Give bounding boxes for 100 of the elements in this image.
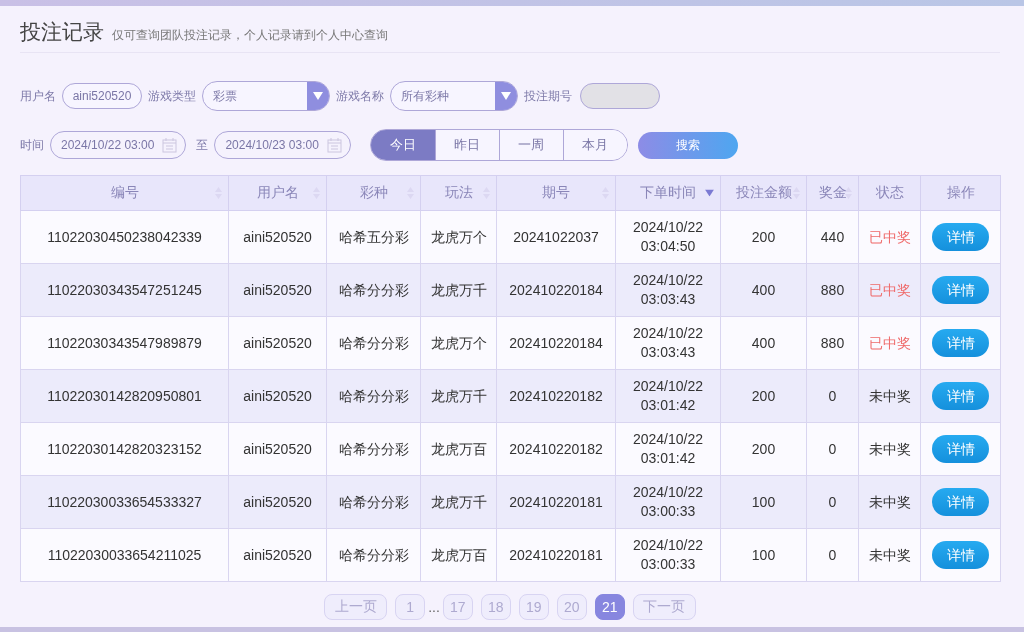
status-cell: 未中奖 <box>858 369 921 423</box>
column-header[interactable]: 期号 <box>496 175 616 211</box>
details-button[interactable]: 详情 <box>932 329 989 357</box>
column-header[interactable]: 下单时间 <box>615 175 721 211</box>
table-cell: 2024/10/22 03:00:33 <box>615 528 721 582</box>
table-cell: 202410220184 <box>496 263 616 317</box>
table-cell: 2024/10/22 03:03:43 <box>615 316 721 370</box>
table-cell: aini520520 <box>228 422 327 476</box>
column-header[interactable]: 用户名 <box>228 175 327 211</box>
table-cell: 2024/10/22 03:03:43 <box>615 263 721 317</box>
page-note: 仅可查询团队投注记录，个人记录请到个人中心查询 <box>112 27 388 44</box>
details-button[interactable]: 详情 <box>932 435 989 463</box>
username-field[interactable]: aini520520 <box>62 83 142 109</box>
table-cell: 哈希分分彩 <box>326 369 421 423</box>
table-cell: 200 <box>720 210 807 264</box>
to-label: 至 <box>196 136 209 154</box>
column-header[interactable]: 奖金 <box>806 175 859 211</box>
game-type-select[interactable]: 彩票 <box>202 81 330 111</box>
details-button[interactable]: 详情 <box>932 541 989 569</box>
column-header[interactable]: 玩法 <box>420 175 497 211</box>
page-button[interactable]: 19 <box>518 594 549 620</box>
table-cell: 龙虎万千 <box>420 369 497 423</box>
table-cell: 龙虎万千 <box>420 475 497 529</box>
table-cell: 11022030450238042339 <box>20 210 229 264</box>
table-cell: 2024/10/22 03:01:42 <box>615 369 721 423</box>
table-cell: 202410220184 <box>496 316 616 370</box>
table-cell: 880 <box>806 263 859 317</box>
table-cell: 0 <box>806 422 859 476</box>
period-tab[interactable]: 本月 <box>562 130 627 160</box>
details-button[interactable]: 详情 <box>932 223 989 251</box>
table-cell: 11022030033654533327 <box>20 475 229 529</box>
table-cell: 11022030033654211025 <box>20 528 229 582</box>
details-button[interactable]: 详情 <box>932 382 989 410</box>
caret-icon <box>313 92 323 100</box>
table-cell: 202410220182 <box>496 422 616 476</box>
game-name-label: 游戏名称 <box>336 87 384 105</box>
table-cell: 200 <box>720 369 807 423</box>
table-cell: 20241022037 <box>496 210 616 264</box>
caret-icon <box>501 92 511 100</box>
issue-field[interactable] <box>580 83 660 109</box>
table-cell: 100 <box>720 528 807 582</box>
column-header[interactable]: 投注金额 <box>720 175 807 211</box>
calendar-icon <box>162 137 178 153</box>
table-cell: 100 <box>720 475 807 529</box>
page-button[interactable]: 1 <box>395 594 426 620</box>
table-cell: 哈希分分彩 <box>326 316 421 370</box>
sort-desc-icon <box>705 189 714 197</box>
game-type-label: 游戏类型 <box>148 87 196 105</box>
details-button[interactable]: 详情 <box>932 276 989 304</box>
status-cell: 未中奖 <box>858 528 921 582</box>
column-header[interactable]: 编号 <box>20 175 229 211</box>
table-cell: 202410220182 <box>496 369 616 423</box>
table-cell: 11022030142820950801 <box>20 369 229 423</box>
table-cell: aini520520 <box>228 369 327 423</box>
table-cell: 0 <box>806 369 859 423</box>
page-button[interactable]: 18 <box>480 594 511 620</box>
table-cell: 哈希五分彩 <box>326 210 421 264</box>
search-button[interactable]: 搜索 <box>637 131 738 159</box>
table-cell: 880 <box>806 316 859 370</box>
page-button[interactable]: 20 <box>556 594 587 620</box>
username-label: 用户名 <box>20 87 56 105</box>
table-cell: 龙虎万百 <box>420 422 497 476</box>
table-cell: 2024/10/22 03:00:33 <box>615 475 721 529</box>
table-cell: 11022030142820323152 <box>20 422 229 476</box>
table-cell: 2024/10/22 03:04:50 <box>615 210 721 264</box>
table-cell: 龙虎万百 <box>420 528 497 582</box>
status-cell: 未中奖 <box>858 422 921 476</box>
status-cell: 已中奖 <box>858 316 921 370</box>
table-cell: 11022030343547251245 <box>20 263 229 317</box>
table-cell: 哈希分分彩 <box>326 422 421 476</box>
game-name-select[interactable]: 所有彩种 <box>390 81 518 111</box>
table-cell: 哈希分分彩 <box>326 528 421 582</box>
table-cell: 龙虎万个 <box>420 316 497 370</box>
details-button[interactable]: 详情 <box>932 488 989 516</box>
page-button[interactable]: 17 <box>442 594 473 620</box>
table-cell: 0 <box>806 528 859 582</box>
column-header[interactable]: 操作 <box>920 175 1001 211</box>
table-cell: 202410220181 <box>496 475 616 529</box>
status-cell: 未中奖 <box>858 475 921 529</box>
table-cell: 11022030343547989879 <box>20 316 229 370</box>
table-cell: aini520520 <box>228 263 327 317</box>
table-cell: 400 <box>720 263 807 317</box>
page-title: 投注记录 <box>20 19 104 45</box>
table-cell: 哈希分分彩 <box>326 263 421 317</box>
next-page-button[interactable]: 下一页 <box>632 594 696 620</box>
calendar-icon <box>326 137 342 153</box>
table-cell: 龙虎万千 <box>420 263 497 317</box>
table-cell: 202410220181 <box>496 528 616 582</box>
page-button[interactable]: 21 <box>594 594 625 620</box>
time-label: 时间 <box>20 136 44 154</box>
table-cell: aini520520 <box>228 528 327 582</box>
table-cell: 龙虎万个 <box>420 210 497 264</box>
table-cell: 0 <box>806 475 859 529</box>
issue-label: 投注期号 <box>524 87 572 105</box>
pagination-ellipsis: ... <box>428 598 440 617</box>
column-header[interactable]: 彩种 <box>326 175 421 211</box>
table-cell: 2024/10/22 03:01:42 <box>615 422 721 476</box>
period-tab[interactable]: 今日 <box>370 130 435 160</box>
table-cell: 200 <box>720 422 807 476</box>
column-header[interactable]: 状态 <box>858 175 921 211</box>
